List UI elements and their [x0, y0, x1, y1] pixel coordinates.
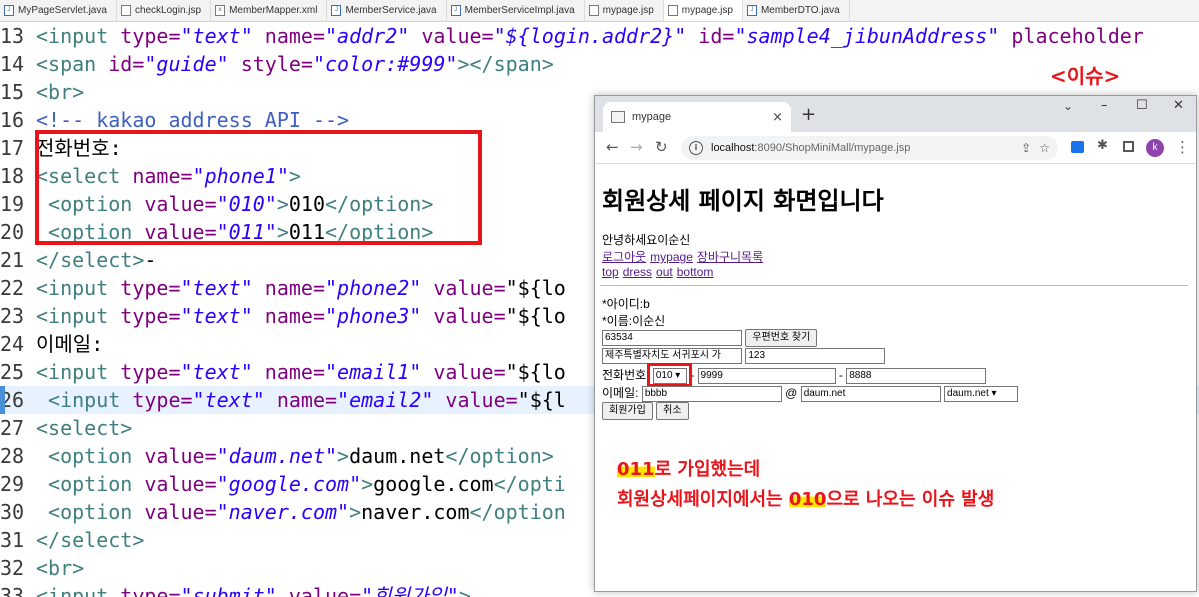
java-file-icon: J	[746, 5, 757, 16]
editor-tab-bar: J MyPageServlet.java checkLogin.jsp x Memb…	[0, 0, 1199, 22]
java-file-icon: J	[331, 5, 342, 16]
reload-button[interactable]: ↻	[655, 138, 668, 156]
issue-note-line2: 회원상세페이지에서는 010으로 나오는 이슈 발생	[617, 489, 995, 510]
logout-link[interactable]: 로그아웃	[602, 250, 646, 264]
email2-input[interactable]: daum.net	[800, 385, 941, 402]
email-domain-select[interactable]: daum.net ▾	[944, 385, 1019, 402]
editor-tab[interactable]: J MemberServiceImpl.java	[447, 0, 585, 21]
maximize-button[interactable]: ☐	[1136, 98, 1148, 113]
address1-input[interactable]: 제주특별자치도 서귀포시 가	[602, 348, 742, 364]
forward-button[interactable]: →	[630, 138, 643, 156]
menu-kebab-icon[interactable]: ⋮	[1175, 138, 1190, 156]
new-tab-button[interactable]: +	[801, 104, 816, 125]
phone-separator: -	[838, 368, 843, 382]
issue-note-line1: 011로 가입했는데	[617, 459, 761, 480]
cancel-button[interactable]: 취소	[656, 402, 689, 420]
top-links: 로그아웃 mypage 장바구니목록	[602, 248, 767, 265]
url-text: localhost:8090/ShopMiniMall/mypage.jsp	[711, 142, 911, 154]
page-content: 회원상세 페이지 화면입니다 안녕하세요이순신 로그아웃 mypage 장바구니목록…	[595, 165, 1196, 591]
close-tab-icon[interactable]: ×	[772, 110, 783, 125]
editor-tab[interactable]: J MyPageServlet.java	[0, 0, 117, 21]
jsp-file-icon	[667, 5, 678, 16]
jsp-file-icon	[120, 5, 131, 16]
divider	[600, 285, 1188, 286]
editor-tab[interactable]: x MemberMapper.xml	[211, 0, 328, 21]
email-label: 이메일:	[602, 386, 639, 400]
postcode-input[interactable]: 63534	[602, 330, 742, 346]
cart-list-link[interactable]: 장바구니목록	[697, 250, 763, 264]
category-link-out[interactable]: out	[656, 265, 673, 279]
category-link-bottom[interactable]: bottom	[677, 265, 714, 279]
phone2-input[interactable]: 9999	[697, 367, 836, 384]
id-line: *아이디:b	[602, 297, 650, 311]
profile-avatar[interactable]: k	[1146, 139, 1164, 157]
minimize-button[interactable]: –	[1101, 98, 1108, 113]
java-file-icon: J	[4, 5, 14, 16]
current-line-marker	[0, 386, 5, 414]
extension-icon[interactable]	[1071, 141, 1084, 153]
extensions-puzzle-icon[interactable]: ✱	[1097, 138, 1108, 153]
email-at: @	[785, 386, 798, 400]
site-info-icon[interactable]: i	[689, 141, 703, 155]
greeting-text: 안녕하세요이순신	[602, 233, 691, 247]
editor-tab[interactable]: mypage.jsp	[585, 0, 664, 21]
back-button[interactable]: ←	[606, 138, 619, 156]
page-favicon-icon	[611, 111, 625, 123]
address-bar[interactable]: i localhost:8090/ShopMiniMall/mypage.jsp…	[681, 136, 1058, 160]
email-row: 이메일: bbbb @ daum.net daum.net ▾	[602, 384, 1019, 402]
mypage-link[interactable]: mypage	[650, 250, 693, 264]
find-postcode-button[interactable]: 우편번호 찾기	[745, 329, 818, 347]
join-button[interactable]: 회원가입	[602, 402, 653, 420]
phone-select-highlight-box	[35, 130, 482, 245]
xml-file-icon: x	[215, 5, 226, 16]
phone3-input[interactable]: 8888	[846, 367, 987, 384]
page-title: 회원상세 페이지 화면입니다	[602, 187, 884, 215]
editor-tab-active[interactable]: mypage.jsp	[663, 0, 743, 21]
code-line: 13 <input type="text" name="addr2" value=…	[0, 24, 1144, 48]
category-link-dress[interactable]: dress	[623, 265, 652, 279]
browser-tab[interactable]: mypage ×	[603, 102, 791, 132]
browser-tab-title: mypage	[632, 111, 672, 123]
editor-tab[interactable]: J MemberDTO.java	[743, 0, 850, 21]
phone1-select-wrapper: 010 ▾	[646, 362, 692, 387]
jsp-file-icon	[588, 5, 599, 16]
browser-toolbar: ← → ↻ i localhost:8090/ShopMiniMall/mypa…	[595, 132, 1196, 164]
postcode-row: 63534 우편번호 찾기	[602, 329, 818, 347]
category-links: top dress out bottom	[602, 265, 717, 279]
editor-tab[interactable]: checkLogin.jsp	[117, 0, 212, 21]
close-window-button[interactable]: ✕	[1173, 98, 1184, 113]
category-link-top[interactable]: top	[602, 265, 619, 279]
phone-label: 전화번호:	[602, 368, 650, 382]
issue-label: <이슈>	[1050, 64, 1121, 88]
editor-tab[interactable]: J MemberService.java	[327, 0, 447, 21]
browser-title-bar: mypage × + ⌄ – ☐ ✕	[595, 96, 1196, 132]
address-row: 제주특별자치도 서귀포시 가 123	[602, 348, 886, 364]
email1-input[interactable]: bbbb	[641, 385, 782, 402]
java-file-icon: J	[450, 5, 461, 16]
form-buttons: 회원가입 취소	[602, 402, 689, 420]
name-line: *이름:이순신	[602, 314, 666, 328]
phone-row: 전화번호: 010 ▾ - 9999 - 8888	[602, 362, 987, 387]
chevron-down-icon[interactable]: ⌄	[1063, 99, 1073, 113]
side-panel-icon[interactable]	[1123, 141, 1134, 152]
share-icon[interactable]: ⇪	[1021, 141, 1031, 155]
code-line: 14 <span id="guide" style="color:#999"></…	[0, 52, 554, 76]
browser-window: mypage × + ⌄ – ☐ ✕ ← → ↻ i localhost:809…	[594, 95, 1197, 592]
address2-input[interactable]: 123	[745, 348, 886, 364]
bookmark-star-icon[interactable]: ☆	[1039, 141, 1050, 155]
